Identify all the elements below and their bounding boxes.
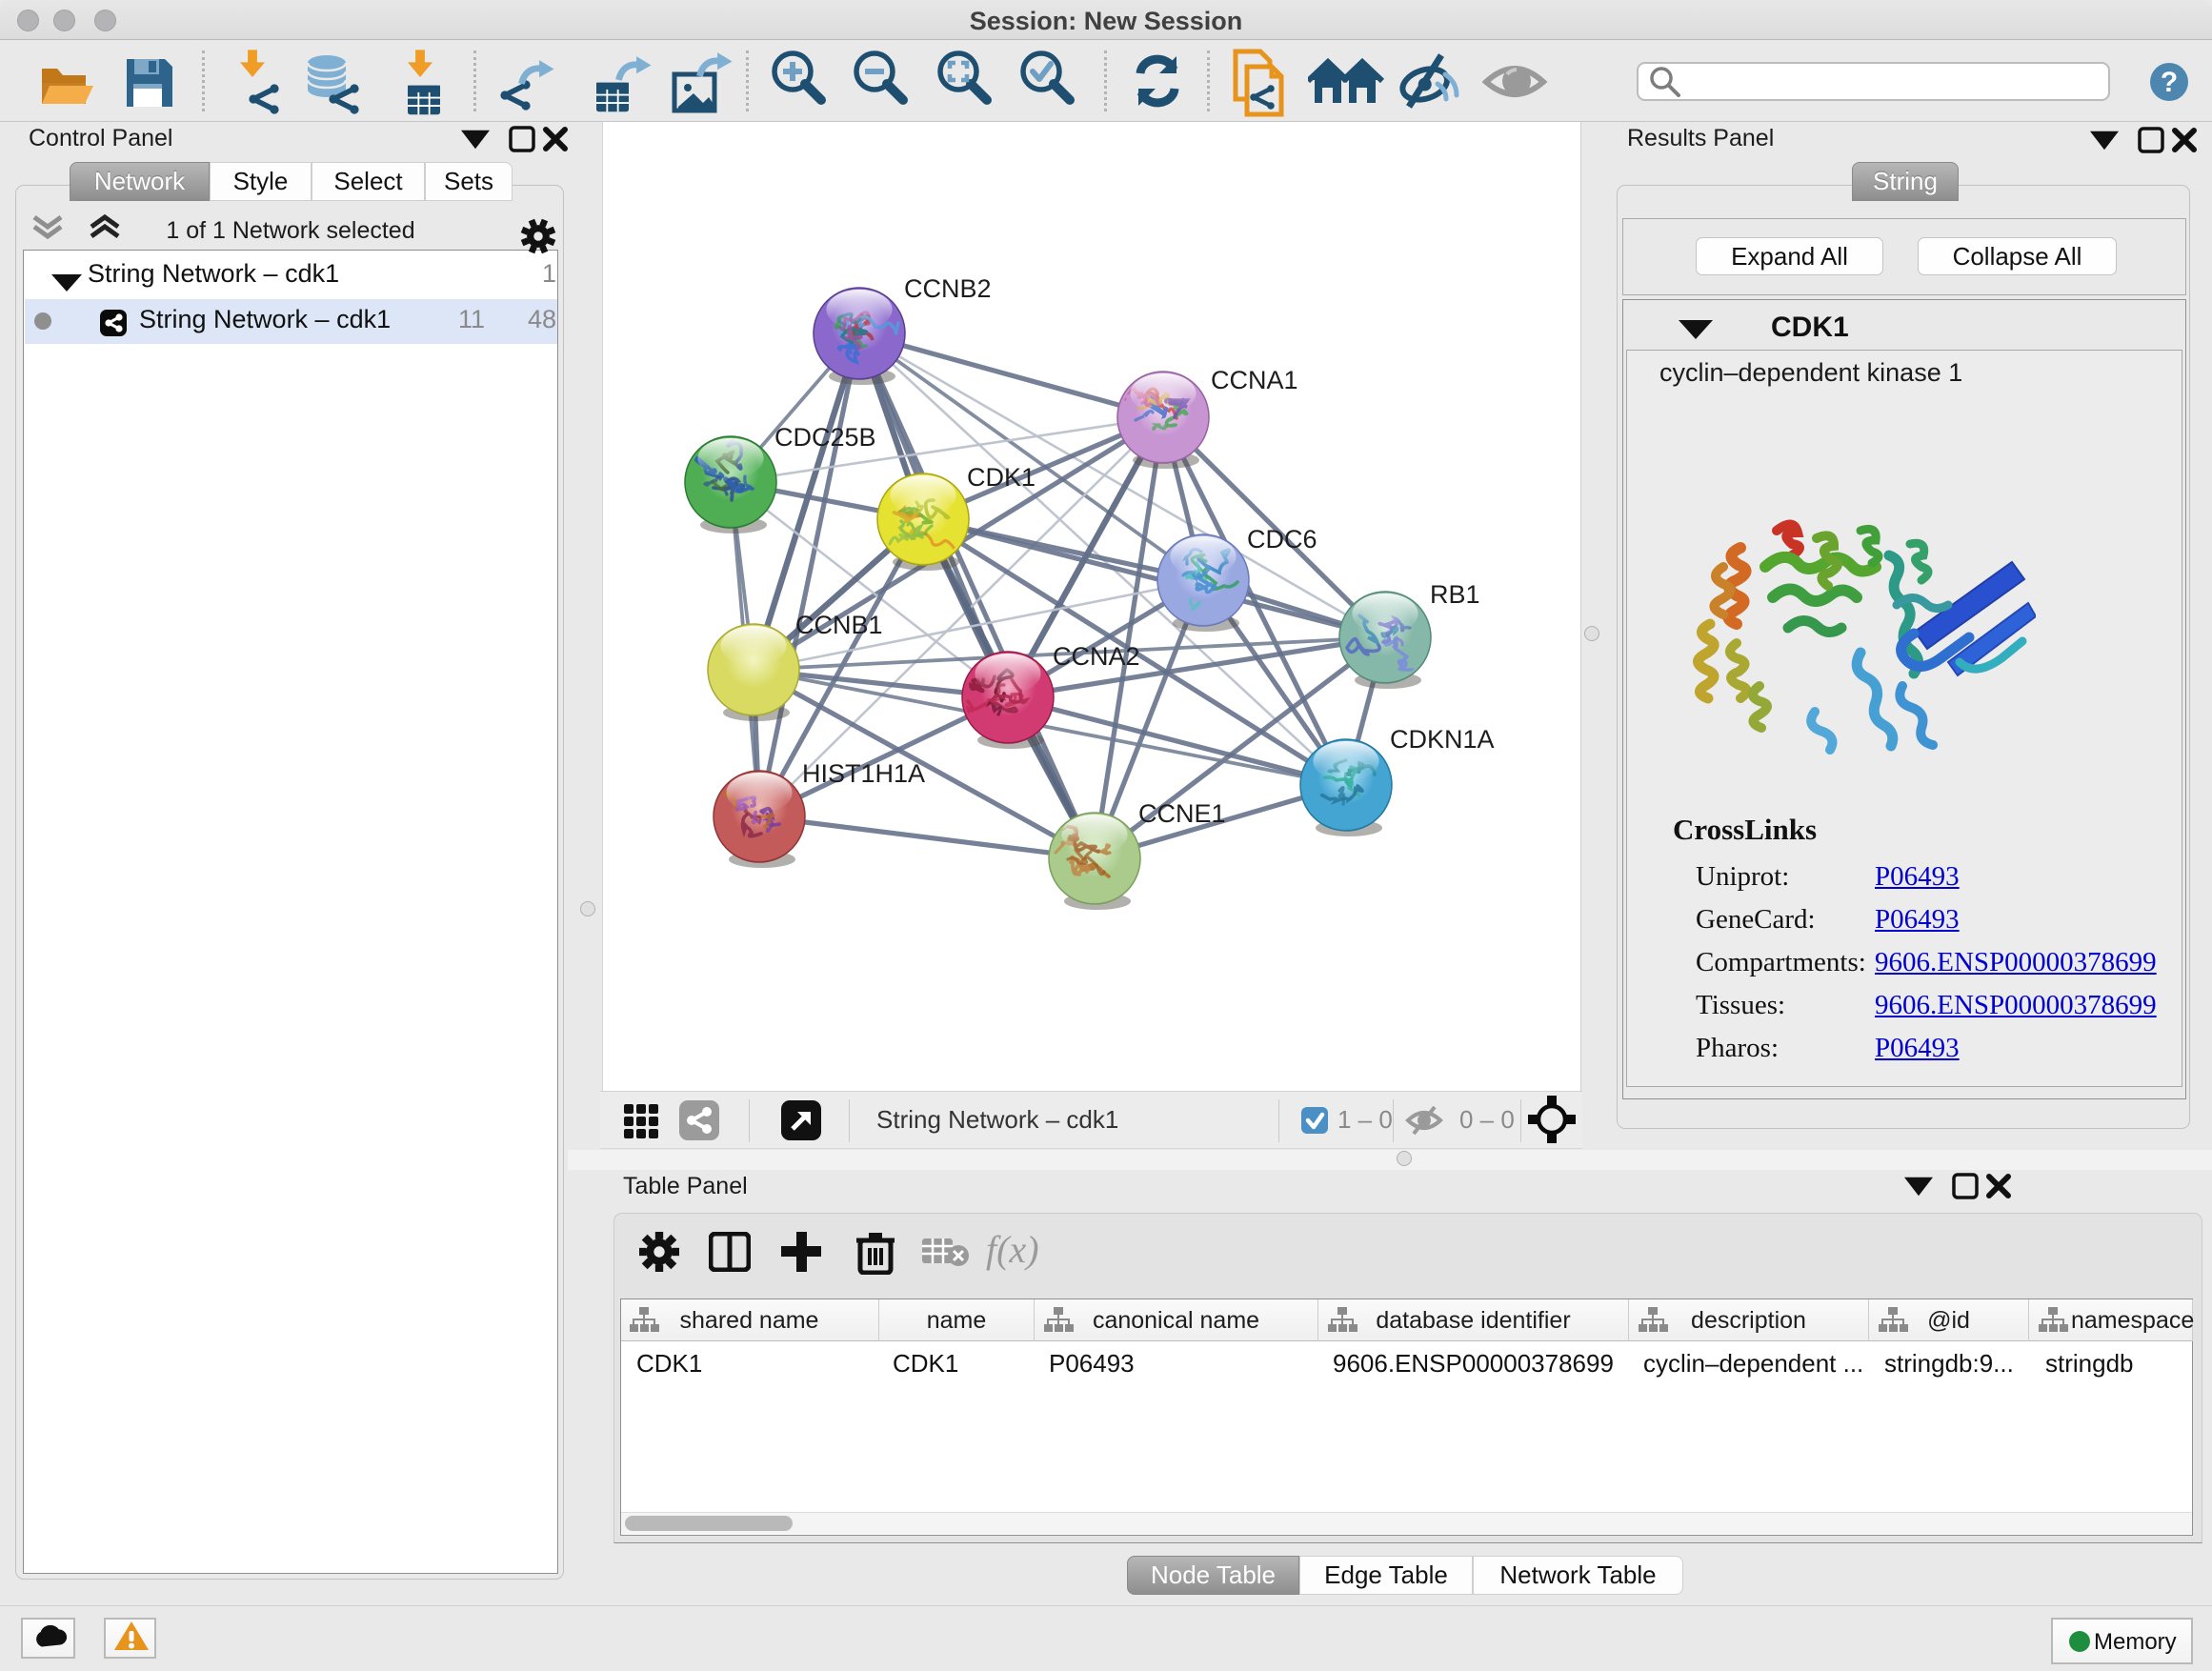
svg-text:?: ? — [2161, 67, 2178, 98]
svg-text:CCNB1: CCNB1 — [795, 611, 883, 639]
svg-text:CDC25B: CDC25B — [774, 423, 876, 452]
svg-text:RB1: RB1 — [1430, 580, 1480, 609]
svg-text:CCNA1: CCNA1 — [1211, 366, 1298, 394]
svg-text:CDC6: CDC6 — [1247, 525, 1317, 554]
svg-text:CDK1: CDK1 — [967, 463, 1036, 492]
svg-text:CCNE1: CCNE1 — [1138, 799, 1226, 828]
svg-text:CCNB2: CCNB2 — [904, 274, 992, 303]
svg-text:HIST1H1A: HIST1H1A — [802, 759, 925, 788]
svg-text:CDKN1A: CDKN1A — [1390, 725, 1495, 754]
svg-text:CCNA2: CCNA2 — [1053, 642, 1140, 671]
